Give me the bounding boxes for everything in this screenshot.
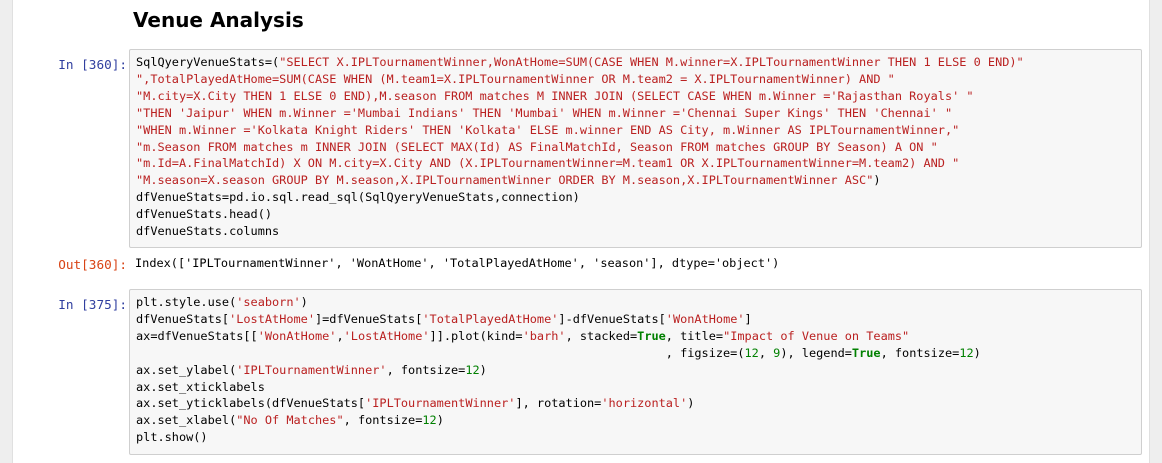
code-token: ]-dfVenueStats[ <box>558 311 666 326</box>
code-token: 'seaborn' <box>236 295 301 309</box>
code-token: ]=dfVenueStats[ <box>314 311 423 326</box>
code-line: dfVenueStats=pd.io.sql.read_sql(SqlQyery… <box>136 190 580 204</box>
code-token: , stacked= <box>565 328 638 343</box>
code-token: ax.set_xticklabels <box>136 379 265 394</box>
code-token: ] <box>744 311 752 326</box>
code-token: ) <box>873 173 881 188</box>
code-token: ), legend= <box>780 345 852 360</box>
code-token: ",TotalPlayedAtHome=SUM(CASE WHEN (M.tea… <box>136 71 895 86</box>
code-token: , figsize=( <box>136 345 745 360</box>
code-token: ax=dfVenueStats[[ <box>136 328 258 343</box>
code-line: dfVenueStats.columns <box>136 224 279 238</box>
code-token: True <box>637 328 666 343</box>
code-token: 'barh' <box>522 328 566 343</box>
code-token: "m.Season FROM matches m INNER JOIN (SEL… <box>136 139 938 154</box>
code-line: dfVenueStats.head() <box>136 207 272 221</box>
code-token: , title= <box>665 328 724 343</box>
code-token: "Impact of Venue on Teams" <box>723 328 910 343</box>
code-line: dfVenueStats['LostAtHome']=dfVenueStats[… <box>136 312 752 326</box>
code-token: dfVenueStats[ <box>136 311 230 326</box>
cell-1-output-text: Index(['IPLTournamentWinner', 'WonAtHome… <box>135 256 780 270</box>
code-token: ) <box>436 413 444 428</box>
code-token: 12 <box>465 362 480 377</box>
code-token: ) <box>479 362 487 377</box>
section-heading: Venue Analysis <box>133 8 304 32</box>
code-token: "THEN 'Jaipur' WHEN m.Winner ='Mumbai In… <box>136 105 953 120</box>
code-token: , <box>336 328 344 343</box>
code-token: dfVenueStats.columns <box>136 224 280 239</box>
code-line: SqlQyeryVenueStats=("SELECT X.IPLTournam… <box>136 55 1024 69</box>
code-token: ) <box>687 396 695 411</box>
code-token: dfVenueStats=pd.io.sql.read_sql(SqlQyery… <box>136 190 580 205</box>
code-token: SqlQyeryVenueStats=( <box>136 55 280 69</box>
code-token: 'IPLTournamentWinner' <box>236 362 387 377</box>
code-token: 12 <box>959 345 974 360</box>
code-line: ax.set_yticklabels(dfVenueStats['IPLTour… <box>136 396 694 410</box>
code-token: , fontsize= <box>880 345 960 360</box>
code-line: "M.season=X.season GROUP BY M.season,X.I… <box>136 173 881 187</box>
cell-2-input-prompt: In [375]: <box>58 297 127 312</box>
code-line: , figsize=(12, 9), legend=True, fontsize… <box>136 346 981 360</box>
code-token: ) <box>300 295 308 309</box>
code-line: plt.show() <box>136 430 208 444</box>
code-token: , fontsize= <box>386 362 466 377</box>
code-token: 'LostAtHome' <box>343 328 430 343</box>
code-line: ax.set_xlabel("No Of Matches", fontsize=… <box>136 413 444 427</box>
code-token: "M.season=X.season GROUP BY M.season,X.I… <box>136 173 874 188</box>
code-token: , fontsize= <box>343 413 423 428</box>
code-line: ",TotalPlayedAtHome=SUM(CASE WHEN (M.tea… <box>136 72 895 86</box>
code-token: 12 <box>422 413 437 428</box>
cell-2-code-editor[interactable]: plt.style.use('seaborn') dfVenueStats['L… <box>129 289 1142 455</box>
code-token: ) <box>973 345 981 360</box>
code-token: "SELECT X.IPLTournamentWinner,WonAtHome=… <box>279 55 1024 69</box>
code-token: 'WonAtHome' <box>257 328 337 343</box>
code-token: 'horizontal' <box>601 396 688 411</box>
code-token: "M.city=X.City THEN 1 ELSE 0 END),M.seas… <box>136 88 974 103</box>
code-token: ], rotation= <box>515 396 602 411</box>
cell-1-code[interactable]: SqlQyeryVenueStats=("SELECT X.IPLTournam… <box>136 54 1135 240</box>
code-token: "No Of Matches" <box>236 413 344 428</box>
code-line: ax=dfVenueStats[['WonAtHome','LostAtHome… <box>136 329 909 343</box>
code-token: 'WonAtHome' <box>665 311 745 326</box>
code-token: "WHEN m.Winner ='Kolkata Knight Riders' … <box>136 122 960 137</box>
code-token: 12 <box>744 345 759 360</box>
cell-1-input-prompt: In [360]: <box>58 57 127 72</box>
code-token: ax.set_ylabel( <box>136 362 237 377</box>
code-token: 'IPLTournamentWinner' <box>365 396 516 411</box>
code-token: dfVenueStats.head() <box>136 207 273 222</box>
code-token: 'TotalPlayedAtHome' <box>422 311 559 326</box>
code-line: "M.city=X.City THEN 1 ELSE 0 END),M.seas… <box>136 89 974 103</box>
notebook-container: Venue Analysis In [360]: SqlQyeryVenueSt… <box>12 0 1150 463</box>
code-token: ax.set_yticklabels(dfVenueStats[ <box>136 396 366 411</box>
code-token: plt.show() <box>136 430 208 445</box>
code-token: , <box>758 345 774 360</box>
code-token: ax.set_xlabel( <box>136 413 237 428</box>
code-token: ]].plot(kind= <box>429 328 523 343</box>
code-token: "m.Id=A.FinalMatchId) X ON M.city=X.City… <box>136 156 960 171</box>
code-line: "m.Season FROM matches m INNER JOIN (SEL… <box>136 140 938 154</box>
code-line: ax.set_ylabel('IPLTournamentWinner', fon… <box>136 363 487 377</box>
cell-1-code-editor[interactable]: SqlQyeryVenueStats=("SELECT X.IPLTournam… <box>129 49 1142 248</box>
code-line: "m.Id=A.FinalMatchId) X ON M.city=X.City… <box>136 156 959 170</box>
code-token: plt.style.use( <box>136 295 237 309</box>
cell-2-code[interactable]: plt.style.use('seaborn') dfVenueStats['L… <box>136 294 1135 446</box>
code-line: "THEN 'Jaipur' WHEN m.Winner ='Mumbai In… <box>136 106 952 120</box>
code-line: "WHEN m.Winner ='Kolkata Knight Riders' … <box>136 123 959 137</box>
cell-1-output-prompt: Out[360]: <box>58 257 127 272</box>
code-line: ax.set_xticklabels <box>136 380 265 394</box>
code-token: True <box>851 345 881 360</box>
code-token: 'LostAtHome' <box>229 311 315 326</box>
code-line: plt.style.use('seaborn') <box>136 295 308 309</box>
